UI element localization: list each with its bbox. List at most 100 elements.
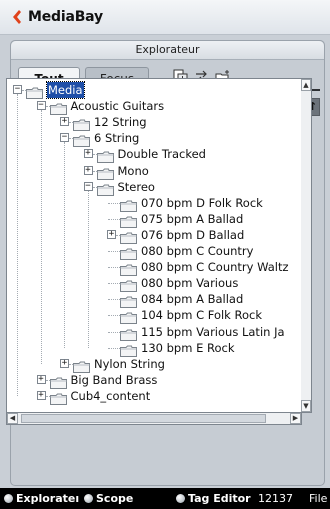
tree-item-label: 130 bpm E Rock — [141, 340, 235, 355]
tree-item[interactable]: 075 bpm A Ballad — [7, 211, 301, 228]
tree-item-label: 12 String — [94, 115, 147, 130]
folder-icon — [26, 84, 43, 99]
tree-item[interactable]: 115 bpm Various Latin Ja — [7, 324, 301, 341]
tree-item[interactable]: − Stereo — [7, 179, 301, 196]
tree-item[interactable]: 084 bpm A Ballad — [7, 291, 301, 309]
tree-item-label: Mono — [117, 163, 149, 178]
folder-icon — [96, 181, 114, 196]
scroll-right-button[interactable]: ▶ — [290, 413, 301, 424]
scroll-down-button[interactable]: ▼ — [301, 400, 311, 412]
tree-connector — [108, 267, 120, 269]
tree-item[interactable]: + Cub4_content — [7, 388, 301, 405]
vertical-scrollbar[interactable]: ▲ ▼ — [301, 78, 312, 413]
tree-connector — [108, 218, 120, 220]
tree-connector — [108, 315, 120, 317]
tree-guide-line — [40, 110, 42, 364]
tree-item-label: 104 bpm C Folk Rock — [141, 308, 262, 323]
tree-item-label: 080 bpm C Country Waltz — [141, 260, 289, 275]
tree-connector — [108, 251, 120, 252]
folder-icon — [96, 148, 114, 164]
horizontal-scroll-thumb[interactable] — [21, 414, 266, 423]
tree-item-label: 6 String — [94, 131, 140, 146]
tag-editor-toggle-icon[interactable] — [176, 494, 185, 503]
tree-item-label: Big Band Brass — [70, 372, 158, 387]
collapse-icon[interactable]: − — [60, 133, 69, 143]
tree-item[interactable]: 080 bpm Various — [7, 275, 301, 293]
scroll-left-button[interactable]: ◀ — [7, 413, 18, 424]
expand-icon[interactable]: + — [36, 390, 46, 400]
explorer-toggle-icon[interactable] — [4, 494, 13, 503]
folder-icon — [120, 309, 137, 325]
file-count: 12137 — [258, 492, 293, 505]
folder-icon — [120, 342, 137, 357]
status-bar: Explorateı Scope Tag Editor 12137 File — [0, 488, 330, 509]
tree-item[interactable]: 130 bpm E Rock — [7, 340, 301, 357]
collapse-icon[interactable]: − — [83, 181, 93, 191]
tree-item-label: 070 bpm D Folk Rock — [141, 195, 263, 210]
folder-icon — [120, 261, 137, 277]
window-title: MediaBay — [28, 9, 103, 25]
tree-item[interactable]: + Mono — [7, 163, 301, 180]
tree-item[interactable]: 080 bpm C Country Waltz — [7, 259, 301, 277]
tree-item-label: Cub4_content — [70, 388, 151, 403]
tree-item[interactable]: + Double Tracked — [7, 146, 301, 164]
panel-header: Explorateur — [11, 41, 324, 60]
scroll-up-button[interactable]: ▲ — [301, 79, 311, 91]
tree-item[interactable]: + Big Band Brass — [7, 372, 301, 389]
tree-item[interactable]: +12 String — [7, 114, 301, 132]
tree-connector — [108, 347, 120, 349]
folder-tree[interactable]: − Media − Acoustic Guitars +12 String −6 Stri… — [6, 78, 302, 413]
folder-icon — [73, 116, 90, 132]
expand-icon[interactable]: + — [83, 149, 93, 159]
tree-item[interactable]: +076 bpm D Ballad — [7, 227, 301, 244]
folder-icon — [73, 132, 90, 148]
tree-connector — [108, 202, 120, 204]
status-scope: Scope — [96, 492, 134, 505]
tree-connector — [108, 299, 120, 301]
tree-item[interactable]: 104 bpm C Folk Rock — [7, 307, 301, 325]
expand-icon[interactable]: + — [107, 229, 116, 239]
title-bar: MediaBay — [0, 0, 330, 35]
collapse-icon[interactable]: − — [13, 85, 22, 94]
tree-item[interactable]: 080 bpm C Country — [7, 243, 301, 260]
tree-item-label: 080 bpm Various — [141, 276, 239, 291]
folder-icon — [96, 165, 114, 180]
tree-item-label: Media — [46, 81, 85, 99]
tree-item[interactable]: − Acoustic Guitars — [7, 98, 301, 116]
expand-icon[interactable]: + — [60, 358, 69, 368]
tree-item-label: 075 bpm A Ballad — [141, 211, 244, 226]
tree-guide-line — [17, 94, 18, 396]
scope-toggle-icon[interactable] — [84, 494, 93, 503]
tree-item[interactable]: − 6 String — [7, 130, 301, 148]
horizontal-scrollbar[interactable]: ◀ ▶ — [6, 412, 302, 425]
tree-item-label: 080 bpm C Country — [141, 244, 254, 258]
tree-item-label: Double Tracked — [117, 147, 206, 162]
folder-icon — [49, 374, 67, 389]
status-explorer: Explorateı — [16, 492, 80, 505]
tree-guide-line — [64, 142, 65, 348]
tree-guide-line — [87, 190, 89, 348]
tree-item[interactable]: 070 bpm D Folk Rock — [7, 195, 301, 212]
folder-icon — [120, 277, 137, 293]
tree-item[interactable]: + Nylon String — [7, 356, 301, 373]
tree-item-label: 115 bpm Various Latin Ja — [141, 324, 285, 339]
expand-icon[interactable]: + — [36, 374, 46, 384]
mediabay-logo-icon — [13, 10, 21, 24]
tree-connector — [108, 283, 120, 285]
folder-icon — [120, 293, 137, 309]
folder-icon — [120, 326, 137, 341]
folder-icon — [120, 229, 137, 244]
tree-item[interactable]: − Media — [7, 81, 301, 99]
files-label: File — [309, 492, 328, 505]
tree-item-label: Stereo — [117, 179, 155, 194]
expand-icon[interactable]: + — [60, 117, 69, 127]
folder-icon — [120, 213, 137, 228]
folder-icon — [73, 358, 90, 373]
folder-icon — [120, 197, 137, 212]
expand-icon[interactable]: + — [83, 165, 93, 175]
tree-item-label: 076 bpm D Ballad — [141, 227, 245, 242]
folder-icon — [49, 390, 67, 405]
status-tag-editor: Tag Editor — [188, 492, 251, 505]
tree-connector — [108, 331, 120, 333]
collapse-icon[interactable]: − — [36, 101, 46, 111]
